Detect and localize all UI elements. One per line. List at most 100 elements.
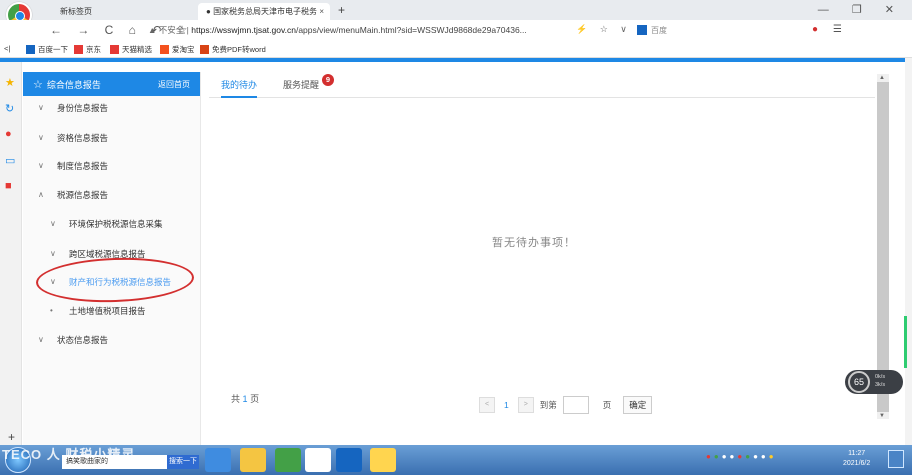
prev-page-button[interactable]: < [479, 397, 495, 413]
sidebar-item-identity[interactable]: ∨ 身份信息报告 [23, 96, 201, 120]
windows-store-icon[interactable] [240, 448, 266, 472]
ie-green-icon[interactable] [275, 448, 301, 472]
upload-rate: 0k/s [875, 374, 886, 380]
tab-my-todo[interactable]: 我的待办 [221, 72, 258, 98]
sidebar-item-environment[interactable]: ∨ 环境保护税税源信息采集 [23, 212, 201, 236]
chevron-down-icon: ∨ [38, 133, 44, 142]
menu-icon: ☰ [832, 24, 848, 35]
taskbar-clock[interactable]: 11:27 2021/6/2 [843, 449, 870, 469]
scroll-down-icon[interactable]: ▼ [879, 413, 885, 419]
sidebar-header: ☆ 综合信息报告 返回首页 [23, 72, 200, 96]
jd-icon [74, 45, 83, 54]
sidebar-item-status[interactable]: ∨ 状态信息报告 [23, 328, 201, 352]
tab-service-reminder[interactable]: 服务提醒 [283, 72, 319, 98]
bookmark-jd[interactable]: 京东 [74, 44, 101, 55]
weibo-icon[interactable]: ● [5, 128, 12, 140]
new-tab-button[interactable]: + [338, 3, 345, 17]
bookmark-pdf[interactable]: 免费PDF转word [200, 44, 266, 55]
history-icon[interactable]: ↻ [5, 102, 14, 115]
bookmark-back[interactable]: <| [4, 44, 10, 53]
sidebar-item-qualification[interactable]: ∨ 资格信息报告 [23, 126, 201, 150]
sidebar-title: 综合信息报告 [46, 79, 101, 90]
app-icon[interactable] [370, 448, 396, 472]
browser-tab-bar: 新标签页 ● 国家税务总局天津市电子税务局 × + — ❐ ✕ [0, 0, 912, 33]
taskbar-search-button[interactable]: 搜索一下 [167, 455, 199, 469]
window-icon[interactable]: ▭ [5, 154, 15, 167]
baidu-icon [26, 45, 35, 54]
pdf-icon [200, 45, 209, 54]
address-bar[interactable]: ▲ 不安全 | https://wsswjmn.tjsat.gov.cn/app… [148, 24, 527, 36]
tab-new-tab[interactable]: 新标签页 [52, 3, 202, 20]
tmall-icon [110, 45, 119, 54]
doc-icon[interactable]: ■ [5, 180, 12, 192]
network-speed-widget[interactable]: 65 0k/s 3k/s [845, 370, 903, 394]
bookmark-label: 京东 [86, 45, 101, 54]
word-icon[interactable] [336, 448, 362, 472]
clock-time: 11:27 [848, 450, 866, 457]
sidebar-item-label: 税源信息报告 [57, 190, 109, 200]
total-prefix: 共 [231, 394, 241, 404]
system-tray[interactable]: ●●●●●●●●● [706, 452, 777, 461]
bookmark-baidu[interactable]: 百度一下 [26, 44, 68, 55]
bookmarks-bar: <| 百度一下 京东 天猫精选 爱淘宝 免费PDF转word [0, 42, 912, 58]
chevron-down-icon: ∨ [50, 249, 56, 258]
url-path: /apps/view/menuMain.html?sid=WSSWJd9868d… [295, 25, 527, 35]
bookmark-tmall[interactable]: 天猫精选 [110, 44, 152, 55]
favorites-star-icon[interactable]: ★ [5, 76, 15, 89]
memory-percent: 65 [848, 371, 870, 393]
security-warning: ▲ 不安全 | [148, 25, 189, 35]
bookmark-label: 免费PDF转word [212, 45, 266, 54]
scroll-up-icon[interactable]: ▲ [879, 75, 885, 81]
page-number-input[interactable] [562, 396, 589, 414]
show-desktop-icon[interactable] [888, 450, 904, 468]
extension-icon: ● [812, 24, 825, 35]
address-actions[interactable]: ⚡ ☆ ∨ [576, 24, 632, 35]
back-home-link[interactable]: 返回首页 [158, 79, 190, 90]
taskbar-search-input[interactable]: 搞笑歌曲家的 [62, 455, 167, 469]
clock-date: 2021/6/2 [843, 460, 871, 467]
confirm-button[interactable]: 确定 [623, 396, 653, 414]
add-icon[interactable]: + [8, 430, 15, 444]
sidebar-item-label: 身份信息报告 [57, 103, 109, 113]
pagination: < 1 > 到第 页 确定 [479, 396, 653, 414]
chevron-down-icon: ∨ [38, 103, 44, 112]
star-icon: ☆ [33, 78, 43, 91]
sidebar-item-label: 土地增值税项目报告 [69, 306, 146, 316]
sidebar-item-label: 状态信息报告 [57, 335, 109, 345]
total-count: 1 [242, 394, 248, 404]
toolbar-icons[interactable]: ● ☰ [812, 24, 848, 35]
total-pages: 共 1 页 [231, 392, 259, 405]
bookmark-label: 爱淘宝 [172, 45, 195, 54]
current-page[interactable]: 1 [501, 400, 512, 410]
browser-taskbar-icon[interactable] [305, 448, 331, 472]
sidebar-item-label: 环境保护税税源信息采集 [69, 219, 163, 229]
total-suffix: 页 [250, 394, 260, 404]
close-tab-icon[interactable]: × [319, 3, 324, 20]
chevron-up-icon: ∧ [38, 190, 44, 199]
browser-side-strip: ★ ↻ ● ▭ ■ [0, 62, 22, 445]
page-scrollbar[interactable] [905, 58, 912, 445]
tab-tax-bureau[interactable]: ● 国家税务总局天津市电子税务局 × [198, 3, 330, 33]
sidebar-item-land-value[interactable]: • 土地增值税项目报告 [23, 299, 201, 323]
browser-nav-bar: ← → C ⌂ ↶ ☆ ▲ 不安全 | https://wsswjmn.tjsa… [0, 20, 912, 42]
bullet-icon: • [50, 306, 53, 315]
notification-badge: 9 [322, 74, 334, 86]
search-box[interactable]: 百度 [637, 23, 807, 38]
content-scrollbar-thumb[interactable] [877, 82, 889, 412]
bookmark-taobao[interactable]: 爱淘宝 [160, 44, 195, 55]
empty-state-message: 暂无待办事项！ [492, 237, 576, 249]
content-tabs: 我的待办 服务提醒 9 [209, 72, 875, 98]
goto-label: 到第 [539, 400, 557, 410]
tab-title: 新标签页 [60, 7, 92, 16]
globe-icon: ● [206, 7, 214, 16]
chevron-down-icon: ∨ [50, 219, 56, 228]
sidebar-item-system[interactable]: ∨ 制度信息报告 [23, 154, 201, 178]
sidebar-item-label: 制度信息报告 [57, 161, 109, 171]
download-rate: 3k/s [875, 382, 886, 388]
sidebar-item-tax-source[interactable]: ∧ 税源信息报告 [23, 183, 201, 207]
url-host: https://wsswjmn.tjsat.gov.cn [191, 25, 296, 35]
window-controls[interactable]: — ❐ ✕ [818, 3, 904, 16]
ie-icon[interactable] [205, 448, 231, 472]
next-page-button[interactable]: > [517, 397, 534, 413]
bookmark-label: 百度一下 [38, 45, 68, 54]
